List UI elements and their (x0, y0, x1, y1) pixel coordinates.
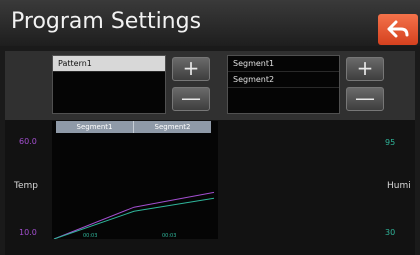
add-pattern-button[interactable]: + (172, 57, 210, 81)
humi-min-label: 30 (385, 228, 396, 237)
pattern-list-item[interactable]: Pattern1 (53, 56, 165, 72)
segment-list-item[interactable]: Segment1 (228, 56, 339, 72)
back-button[interactable] (378, 14, 418, 45)
temp-max-label: 60.0 (19, 137, 37, 146)
temp-line (53, 191, 215, 239)
temp-min-label: 10.0 (19, 228, 37, 237)
remove-segment-button[interactable]: — (346, 87, 384, 111)
humi-axis-label: Humi (387, 181, 411, 191)
humi-line (53, 197, 215, 239)
chart-tabs: Segment1 Segment2 (56, 121, 211, 133)
chart-lines (53, 191, 215, 239)
segment-list-item[interactable]: Segment2 (228, 72, 339, 88)
back-arrow-icon (387, 20, 409, 38)
add-segment-button[interactable]: + (346, 57, 384, 81)
page-title: Program Settings (11, 9, 202, 34)
humi-max-label: 95 (385, 138, 396, 147)
tab-segment2[interactable]: Segment2 (134, 121, 211, 133)
temp-axis-label: Temp (14, 181, 38, 191)
tab-segment1[interactable]: Segment1 (56, 121, 134, 133)
pattern-list[interactable]: Pattern1 (52, 55, 166, 114)
remove-pattern-button[interactable]: — (172, 87, 210, 111)
segment-list[interactable]: Segment1 Segment2 (227, 55, 340, 114)
